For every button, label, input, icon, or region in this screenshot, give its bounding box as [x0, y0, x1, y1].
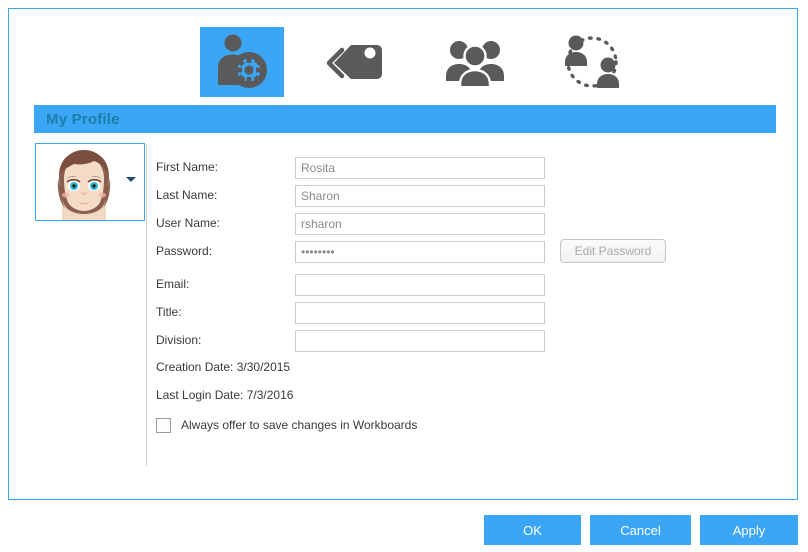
avatar: [52, 146, 116, 220]
cancel-button[interactable]: Cancel: [590, 515, 691, 545]
chevron-down-icon[interactable]: [126, 177, 136, 182]
save-changes-checkbox[interactable]: [156, 417, 171, 433]
title-label: Title:: [156, 305, 182, 319]
toolbar-item-tags[interactable]: [312, 27, 396, 97]
first-name-input[interactable]: [295, 157, 545, 179]
first-name-label: First Name:: [156, 160, 219, 174]
last-name-input[interactable]: [295, 185, 545, 207]
form-divider: [146, 144, 147, 466]
user-name-input[interactable]: [295, 213, 545, 235]
email-input[interactable]: [295, 274, 545, 296]
toolbar-item-my-profile[interactable]: [200, 27, 284, 97]
profile-dialog: My Profile First Name: Rosita Last Name:…: [8, 8, 798, 500]
creation-date-text: Creation Date: 3/30/2015: [156, 360, 291, 374]
edit-password-button[interactable]: Edit Password: [560, 239, 666, 263]
people-sharing-icon: [560, 31, 624, 93]
save-changes-row: Always offer to save changes in Workboar…: [156, 415, 417, 435]
division-input[interactable]: [295, 330, 545, 352]
avatar-picker[interactable]: [35, 143, 145, 221]
email-label: Email:: [156, 277, 190, 291]
password-input[interactable]: [295, 241, 545, 263]
toolbar-item-groups[interactable]: [433, 27, 517, 97]
dialog-footer: OK Cancel Apply: [0, 515, 808, 545]
last-name-label: Last Name:: [156, 188, 218, 202]
password-label: Password:: [156, 244, 213, 258]
person-gear-icon: [213, 34, 271, 90]
user-name-label: User Name:: [156, 216, 221, 230]
people-group-icon: [444, 38, 506, 86]
save-changes-label: Always offer to save changes in Workboar…: [181, 418, 418, 432]
apply-button[interactable]: Apply: [700, 515, 798, 545]
category-toolbar: [9, 9, 797, 101]
division-label: Division:: [156, 333, 202, 347]
page-title: My Profile: [46, 110, 120, 128]
toolbar-item-delegation[interactable]: [550, 27, 634, 97]
title-input[interactable]: [295, 302, 545, 324]
ok-button[interactable]: OK: [484, 515, 581, 545]
section-header: My Profile: [34, 105, 776, 133]
tags-icon: [324, 36, 384, 88]
last-login-date-text: Last Login Date: 7/3/2016: [156, 388, 294, 402]
